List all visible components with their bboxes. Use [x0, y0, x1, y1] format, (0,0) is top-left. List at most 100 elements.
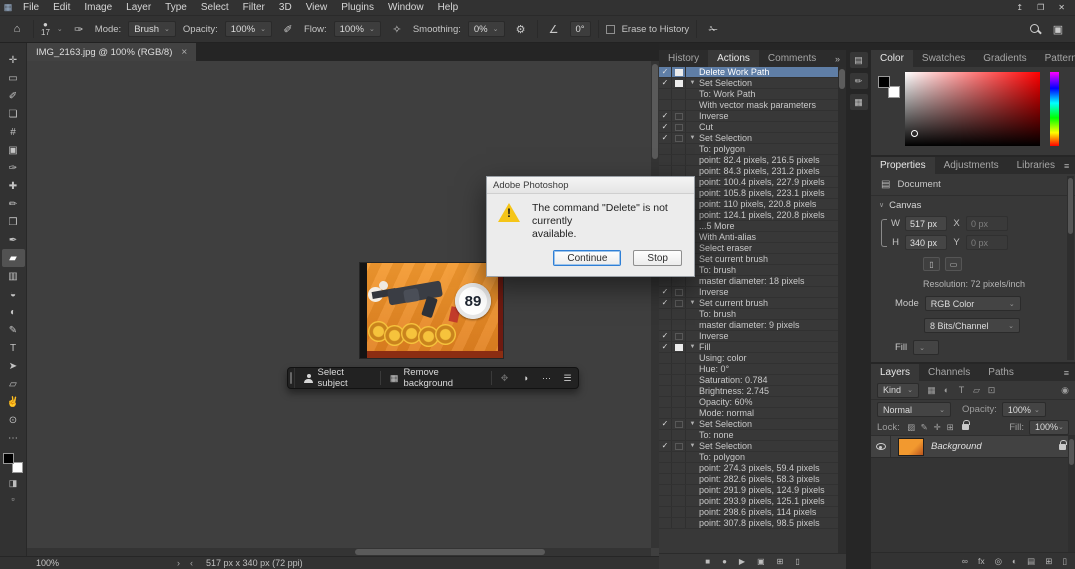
expand-triangle-icon[interactable]: ▼: [686, 135, 699, 141]
feather-mask-icon[interactable]: ◑: [515, 373, 536, 383]
tab-properties[interactable]: Properties: [871, 157, 935, 174]
action-check-toggle[interactable]: ✓: [659, 67, 672, 77]
action-row[interactable]: Using: color: [659, 353, 838, 364]
dodge-tool[interactable]: ◐: [2, 303, 25, 321]
lock-position-icon[interactable]: ✛: [931, 422, 944, 433]
mode-dropdown[interactable]: Brush⌄: [128, 21, 176, 37]
action-check-toggle[interactable]: ✓: [659, 441, 672, 451]
action-row[interactable]: With vector mask parameters: [659, 100, 838, 111]
hand-tool[interactable]: ✌: [2, 393, 25, 411]
more-options-icon[interactable]: ⋯: [536, 373, 557, 384]
screen-mode-button[interactable]: ▫: [2, 491, 25, 507]
foreground-color-swatch[interactable]: [3, 453, 14, 464]
action-dialog-toggle[interactable]: [672, 100, 686, 110]
action-dialog-toggle[interactable]: [672, 496, 686, 506]
action-dialog-toggle[interactable]: [672, 397, 686, 407]
action-row[interactable]: point: 307.8 pixels, 98.5 pixels: [659, 518, 838, 529]
action-row[interactable]: ✓Inverse: [659, 331, 838, 342]
action-dialog-toggle[interactable]: [672, 463, 686, 473]
opacity-dropdown[interactable]: 100%⌄: [225, 21, 272, 37]
tab-layers[interactable]: Layers: [871, 364, 919, 381]
layers-scrollbar[interactable]: [1068, 436, 1075, 552]
foreground-background-colors[interactable]: [3, 453, 23, 473]
begin-recording-icon[interactable]: ●: [722, 557, 727, 566]
taskbar-drag-handle[interactable]: [288, 368, 295, 388]
delete-layer-icon[interactable]: ▯: [1062, 556, 1067, 567]
canvas-horizontal-scrollbar[interactable]: [27, 548, 651, 556]
action-check-toggle[interactable]: [659, 155, 672, 165]
action-row[interactable]: To: polygon: [659, 144, 838, 155]
canvas-area[interactable]: 89 Select subject ▦ Remove background ✥◑…: [27, 61, 659, 556]
action-row[interactable]: ✓Delete Work Path: [659, 67, 838, 78]
eyedropper-tool[interactable]: ✑: [2, 159, 25, 177]
flow-dropdown[interactable]: 100%⌄: [334, 21, 381, 37]
action-dialog-toggle[interactable]: [672, 342, 686, 352]
action-dialog-toggle[interactable]: [672, 441, 686, 451]
tab-paths[interactable]: Paths: [979, 364, 1023, 381]
action-check-toggle[interactable]: ✓: [659, 419, 672, 429]
hue-slider[interactable]: [1050, 72, 1059, 146]
tab-close-button[interactable]: ×: [181, 47, 187, 58]
action-dialog-toggle[interactable]: [672, 298, 686, 308]
panel-menu-icon[interactable]: ≡: [1064, 364, 1075, 381]
action-row[interactable]: Hue: 0°: [659, 364, 838, 375]
scrollbar-thumb[interactable]: [1069, 439, 1074, 465]
action-dialog-toggle[interactable]: [672, 485, 686, 495]
action-dialog-toggle[interactable]: [672, 331, 686, 341]
action-check-toggle[interactable]: [659, 430, 672, 440]
zoom-tool[interactable]: ⊙: [2, 411, 25, 429]
share-button[interactable]: ↥: [1016, 3, 1023, 12]
action-dialog-toggle[interactable]: [672, 364, 686, 374]
action-check-toggle[interactable]: [659, 144, 672, 154]
action-dialog-toggle[interactable]: [672, 507, 686, 517]
filter-pixel-layers-icon[interactable]: ▦: [924, 385, 939, 396]
layer-thumbnail[interactable]: [898, 438, 924, 456]
action-dialog-toggle[interactable]: [672, 67, 686, 77]
layer-row-background[interactable]: Background: [871, 436, 1075, 458]
action-row[interactable]: To: none: [659, 430, 838, 441]
smoothing-dropdown[interactable]: 0%⌄: [468, 21, 505, 37]
transform-icon[interactable]: ✥: [494, 373, 515, 384]
action-dialog-toggle[interactable]: [672, 518, 686, 528]
link-dimensions-icon[interactable]: [881, 219, 887, 247]
action-dialog-toggle[interactable]: [672, 155, 686, 165]
tab-history[interactable]: History: [659, 50, 708, 67]
dialog-title-bar[interactable]: Adobe Photoshop: [487, 177, 694, 194]
frame-tool[interactable]: ▣: [2, 141, 25, 159]
action-row[interactable]: point: 293.9 pixels, 125.1 pixels: [659, 496, 838, 507]
action-row[interactable]: master diameter: 18 pixels: [659, 276, 838, 287]
expand-triangle-icon[interactable]: ▼: [686, 300, 699, 306]
action-check-toggle[interactable]: ✓: [659, 287, 672, 297]
landscape-orientation-button[interactable]: ▭: [945, 257, 962, 271]
action-dialog-toggle[interactable]: [672, 452, 686, 462]
clone-stamp-tool[interactable]: ❒: [2, 213, 25, 231]
restore-button[interactable]: ❒: [1037, 3, 1044, 12]
search-icon[interactable]: [1029, 23, 1042, 36]
blend-mode-dropdown[interactable]: Normal⌄: [877, 402, 951, 417]
shape-tool[interactable]: ▱: [2, 375, 25, 393]
action-check-toggle[interactable]: [659, 463, 672, 473]
properties-scrollbar[interactable]: [1067, 176, 1074, 360]
action-check-toggle[interactable]: [659, 496, 672, 506]
gradient-tool[interactable]: ▥: [2, 267, 25, 285]
color-sample-cursor[interactable]: [911, 130, 918, 137]
action-check-toggle[interactable]: [659, 386, 672, 396]
lock-artboard-icon[interactable]: ⊞: [944, 422, 957, 433]
scrollbar-thumb[interactable]: [652, 64, 658, 159]
canvas-fill-dropdown[interactable]: ⌄: [913, 340, 939, 355]
action-check-toggle[interactable]: ✓: [659, 78, 672, 88]
layer-fill-dropdown[interactable]: 100%⌄: [1029, 420, 1069, 435]
canvas-vertical-scrollbar[interactable]: [651, 61, 659, 548]
action-row[interactable]: point: 291.9 pixels, 124.9 pixels: [659, 485, 838, 496]
blur-tool[interactable]: ◒: [2, 285, 25, 303]
menu-item-image[interactable]: Image: [77, 2, 119, 13]
action-check-toggle[interactable]: ✓: [659, 298, 672, 308]
action-check-toggle[interactable]: [659, 89, 672, 99]
action-check-toggle[interactable]: ✓: [659, 133, 672, 143]
menu-item-view[interactable]: View: [299, 2, 335, 13]
y-field[interactable]: 0 px: [966, 235, 1008, 250]
new-action-icon[interactable]: ⊞: [777, 557, 784, 566]
stop-playing-icon[interactable]: ■: [705, 557, 710, 566]
action-row[interactable]: ✓Inverse: [659, 287, 838, 298]
action-dialog-toggle[interactable]: [672, 309, 686, 319]
